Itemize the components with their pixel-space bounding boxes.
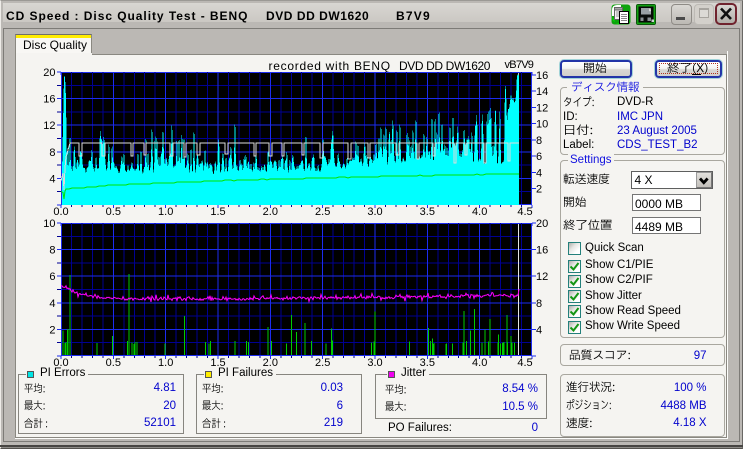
svg-text:12: 12 <box>43 120 55 132</box>
svg-text:4: 4 <box>536 324 542 336</box>
svg-text:12: 12 <box>536 102 548 114</box>
svg-text:14: 14 <box>536 86 548 98</box>
svg-text:8: 8 <box>49 147 55 159</box>
svg-text:10: 10 <box>43 218 55 230</box>
svg-text:0.5: 0.5 <box>106 206 121 218</box>
svg-text:12: 12 <box>536 271 548 283</box>
svg-text:1.5: 1.5 <box>210 206 225 218</box>
svg-text:2: 2 <box>49 324 55 336</box>
svg-text:4.0: 4.0 <box>472 206 487 218</box>
svg-text:2.5: 2.5 <box>315 357 330 369</box>
svg-text:3.5: 3.5 <box>420 206 435 218</box>
svg-text:1.0: 1.0 <box>158 357 173 369</box>
svg-text:4: 4 <box>49 298 55 310</box>
svg-text:3.0: 3.0 <box>367 206 382 218</box>
svg-text:2.5: 2.5 <box>315 206 330 218</box>
svg-text:4: 4 <box>536 168 542 180</box>
svg-text:6: 6 <box>536 151 542 163</box>
svg-text:2: 2 <box>536 184 542 196</box>
svg-text:16: 16 <box>43 94 55 106</box>
svg-text:8: 8 <box>536 135 542 147</box>
svg-text:4.0: 4.0 <box>472 357 487 369</box>
svg-text:4.5: 4.5 <box>517 206 532 218</box>
svg-text:4: 4 <box>49 173 55 185</box>
svg-text:8: 8 <box>536 298 542 310</box>
svg-text:8: 8 <box>49 245 55 257</box>
svg-text:0.0: 0.0 <box>53 206 68 218</box>
svg-text:16: 16 <box>536 245 548 257</box>
svg-text:16: 16 <box>536 70 548 82</box>
svg-text:3.0: 3.0 <box>367 357 382 369</box>
svg-text:20: 20 <box>536 218 548 230</box>
svg-text:6: 6 <box>49 271 55 283</box>
svg-text:10: 10 <box>536 119 548 131</box>
svg-text:20: 20 <box>43 67 55 79</box>
svg-text:4.5: 4.5 <box>517 357 532 369</box>
svg-text:1.0: 1.0 <box>158 206 173 218</box>
svg-text:0.5: 0.5 <box>106 357 121 369</box>
svg-text:2.0: 2.0 <box>263 206 278 218</box>
